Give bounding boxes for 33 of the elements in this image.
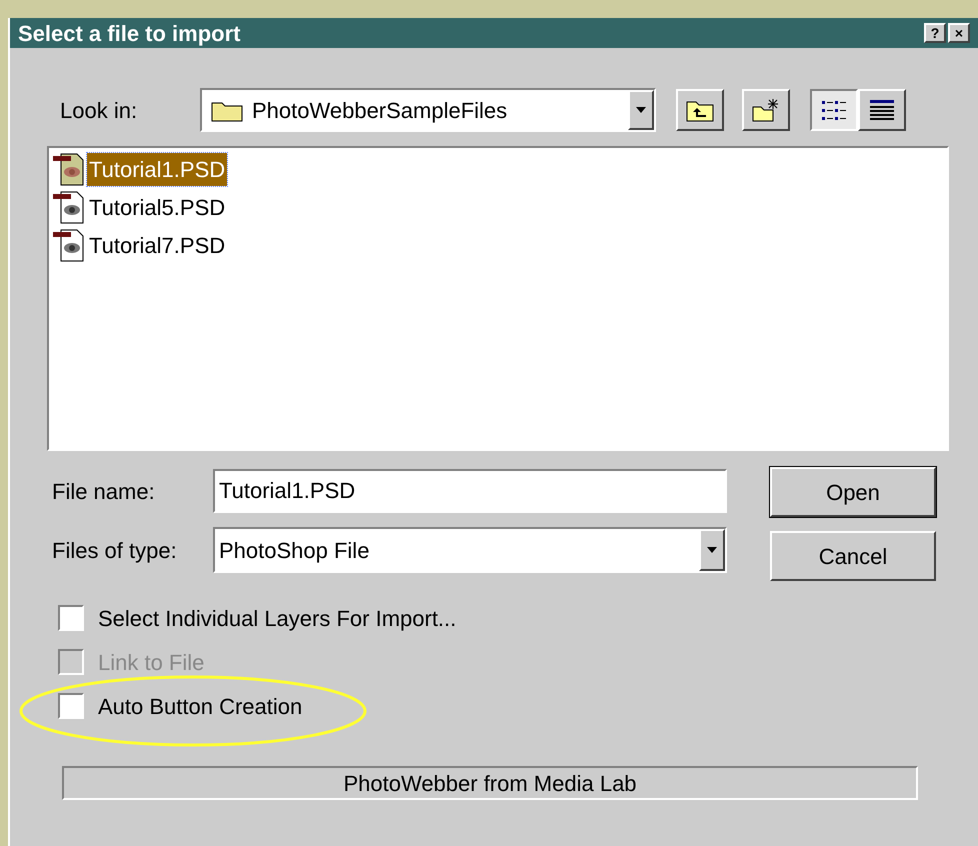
file-item[interactable]: Tutorial5.PSD [87,190,228,224]
checkbox-label: Auto Button Creation [98,692,302,720]
file-name-field[interactable]: Tutorial1.PSD [213,469,727,513]
file-name-label: File name: [52,478,156,506]
list-view-icon [820,98,848,122]
new-folder-button[interactable] [742,89,790,131]
up-folder-button[interactable] [676,89,724,131]
caret-icon [636,107,646,113]
checkbox[interactable] [58,605,84,631]
dropdown-button[interactable] [628,90,654,130]
dropdown-button[interactable] [699,529,725,571]
help-button[interactable]: ? [924,23,946,43]
caret-icon [707,547,717,553]
file-type-label: Files of type: [52,536,178,565]
file-item[interactable]: Tutorial7.PSD [87,228,228,262]
details-view-button[interactable] [858,89,906,131]
look-in-label: Look in: [60,96,138,124]
file-type-dropdown[interactable]: PhotoShop File [213,527,727,573]
checkbox-label: Link to File [98,648,204,676]
file-item[interactable]: Tutorial1.PSD [87,152,228,186]
checkbox-label: Select Individual Layers For Import... [98,604,456,633]
window-title: Select a file to import [18,20,240,48]
list-view-button[interactable] [810,89,858,131]
file-type-value: PhotoShop File [218,536,370,565]
look-in-dropdown[interactable]: PhotoWebberSampleFiles [200,88,656,132]
new-folder-icon [751,97,781,123]
details-view-icon [868,98,896,122]
cancel-button[interactable]: Cancel [770,531,936,581]
look-in-value: PhotoWebberSampleFiles [252,96,508,125]
status-bar: PhotoWebber from Media Lab [62,766,918,800]
checkbox[interactable] [58,693,84,719]
close-button[interactable]: × [948,23,970,43]
open-button[interactable]: Open [770,467,936,517]
